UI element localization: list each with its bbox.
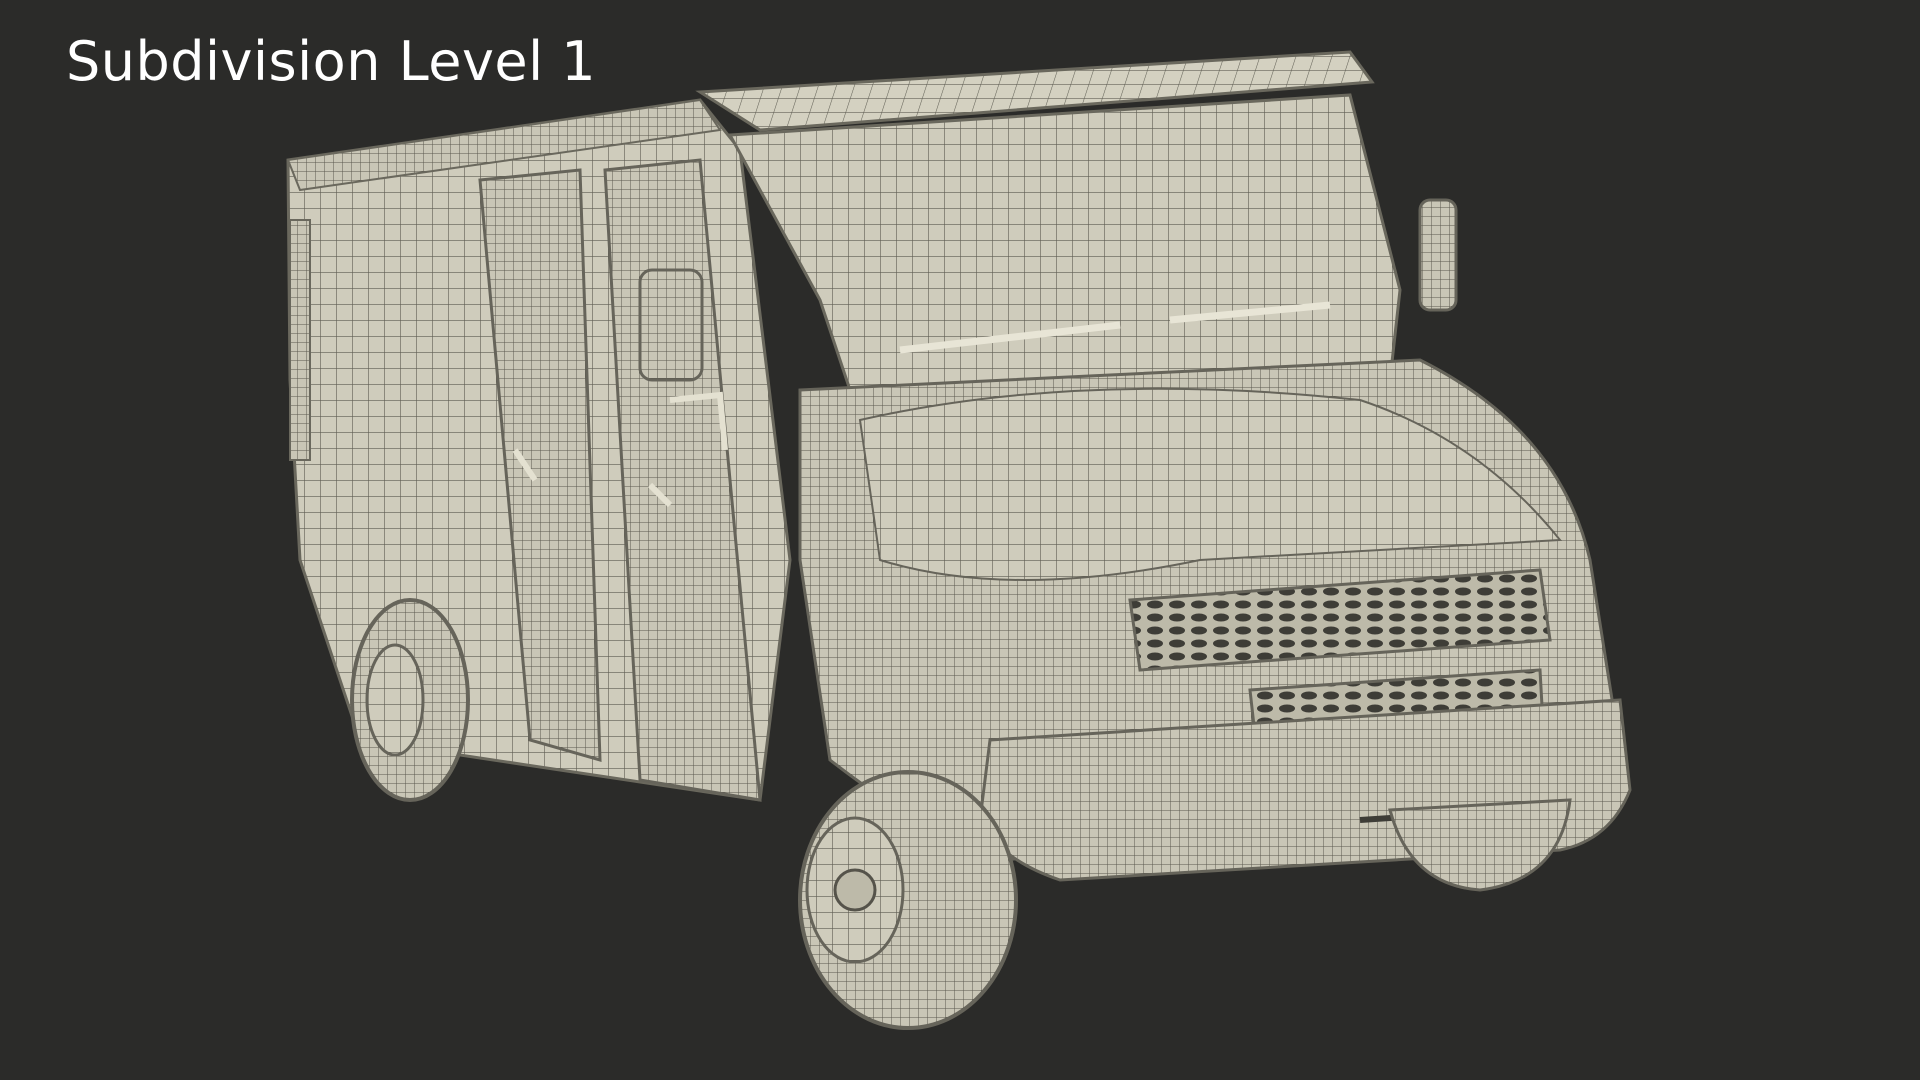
windshield — [727, 93, 1458, 392]
rear-wheel — [350, 598, 470, 802]
render-viewport: Subdivision Level 1 — [0, 0, 1920, 1080]
front-wheel-right — [1388, 798, 1572, 892]
wireframe-van-render — [286, 50, 1632, 1030]
front-wheel — [798, 770, 1018, 1030]
subdivision-level-caption: Subdivision Level 1 — [66, 30, 597, 93]
